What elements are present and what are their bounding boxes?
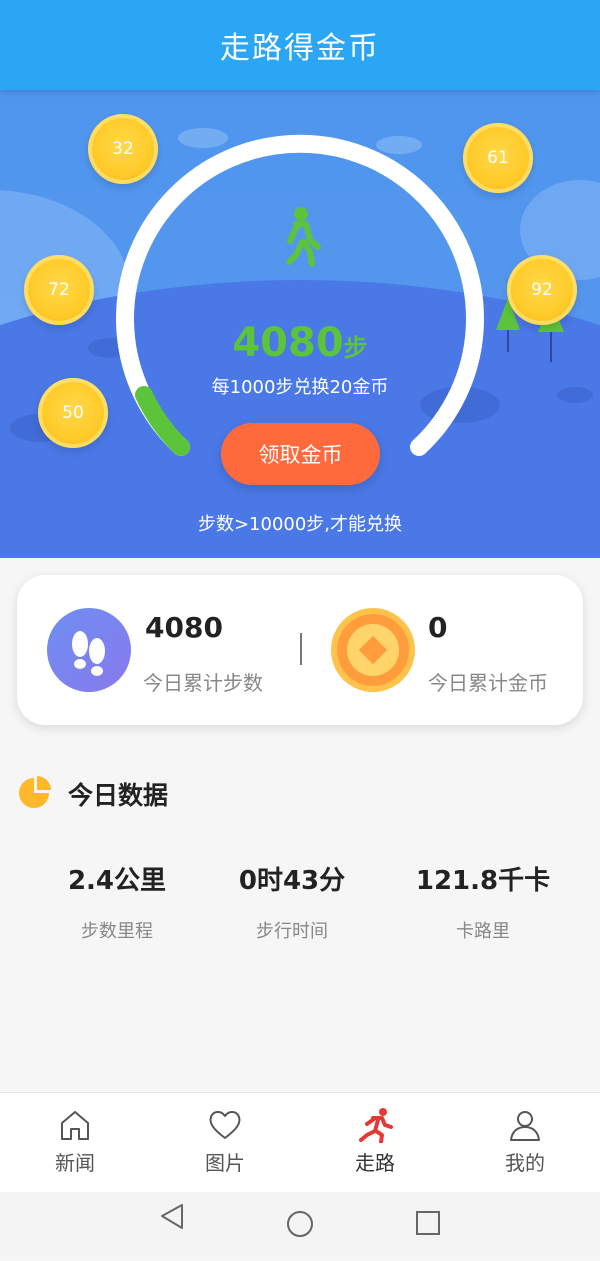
tab-label: 新闻 xyxy=(55,1151,95,1175)
step-unit: 步 xyxy=(343,334,368,362)
step-count-display: 4080步 xyxy=(0,320,600,366)
tab-label: 图片 xyxy=(205,1151,245,1175)
home-icon xyxy=(61,1111,89,1140)
home-button[interactable] xyxy=(287,1211,313,1237)
walker-icon xyxy=(286,207,321,267)
coin-bubble[interactable]: 32 xyxy=(88,114,158,184)
coins-total-label: 今日累计金币 xyxy=(428,671,548,695)
metric-label: 卡路里 xyxy=(456,921,510,942)
back-button[interactable] xyxy=(161,1204,183,1229)
coin-bubble[interactable]: 61 xyxy=(463,123,533,193)
step-count: 4080 xyxy=(232,320,344,366)
person-icon xyxy=(510,1111,540,1141)
metric-calories: 121.8千卡 卡路里 xyxy=(383,860,583,943)
heart-icon xyxy=(209,1111,241,1139)
footprints-icon xyxy=(47,608,131,692)
tab-news[interactable]: 新闻 xyxy=(0,1093,150,1192)
metric-value: 121.8千卡 xyxy=(415,866,551,896)
pie-chart-icon xyxy=(19,776,51,808)
tab-mine[interactable]: 我的 xyxy=(450,1093,600,1192)
bottom-tab-bar: 新闻 图片 走路 我的 xyxy=(0,1092,600,1192)
tab-pictures[interactable]: 图片 xyxy=(150,1093,300,1192)
coin-bubble[interactable]: 72 xyxy=(24,255,94,325)
exchange-condition: 步数>10000步,才能兑换 xyxy=(197,514,403,535)
metric-label: 步行时间 xyxy=(256,921,328,942)
runner-icon xyxy=(359,1108,393,1143)
divider xyxy=(300,633,302,665)
tab-label: 我的 xyxy=(505,1151,545,1175)
system-nav-bar xyxy=(0,1192,600,1257)
metric-distance: 2.4公里 步数里程 xyxy=(17,860,217,943)
metric-time: 0时43分 步行时间 xyxy=(192,860,392,943)
exchange-rate: 每1000步兑换20金币 xyxy=(211,377,389,398)
tab-label: 走路 xyxy=(355,1151,395,1175)
steps-total-label: 今日累计步数 xyxy=(143,671,263,695)
app-title: 走路得金币 xyxy=(0,0,600,90)
metric-label: 步数里程 xyxy=(81,921,153,942)
coins-total-value: 0 xyxy=(428,611,448,644)
claim-coins-button[interactable]: 领取金币 xyxy=(221,423,380,485)
section-title: 今日数据 xyxy=(68,781,169,810)
recents-button[interactable] xyxy=(416,1211,440,1235)
coin-icon xyxy=(331,608,415,692)
coin-bubble[interactable]: 92 xyxy=(507,255,577,325)
metric-value: 2.4公里 xyxy=(67,866,167,896)
step-hero: 32 61 72 92 50 4080步 每1000步兑换20金币 领取金币 步… xyxy=(0,90,600,558)
steps-total-value: 4080 xyxy=(145,611,223,644)
tab-walk[interactable]: 走路 xyxy=(300,1093,450,1192)
metric-value: 0时43分 xyxy=(238,866,346,896)
daily-summary-card: 4080 今日累计步数 0 今日累计金币 xyxy=(17,575,583,725)
